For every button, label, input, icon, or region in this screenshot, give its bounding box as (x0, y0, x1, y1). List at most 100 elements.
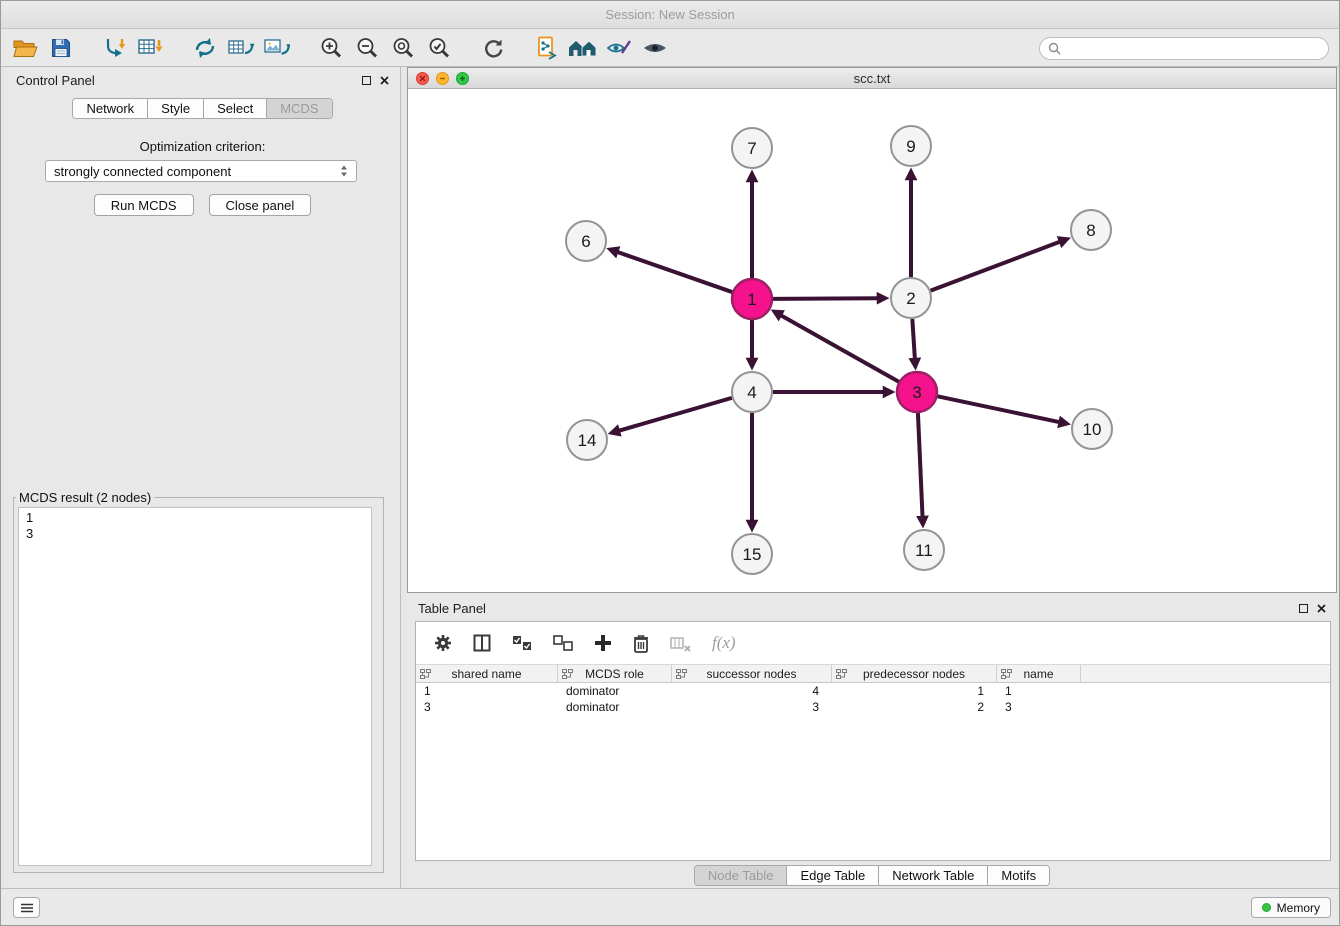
table-cell: 3 (416, 699, 558, 715)
zoom-out-button[interactable] (349, 32, 385, 64)
memory-status-icon (1262, 903, 1271, 912)
open-session-button[interactable] (7, 32, 43, 64)
graph-edge-1-6[interactable] (617, 252, 732, 292)
graph-edge-3-1[interactable] (781, 315, 899, 381)
optimization-dropdown[interactable]: strongly connected component (45, 160, 357, 182)
close-table-panel-icon[interactable] (1317, 604, 1326, 613)
columns-icon (473, 634, 491, 652)
memory-button[interactable]: Memory (1251, 897, 1331, 918)
table-panel-header: Table Panel (407, 595, 1337, 621)
column-header-shared-name[interactable]: shared name (416, 665, 558, 682)
tab-mcds[interactable]: MCDS (266, 99, 331, 118)
style-preview-button[interactable] (601, 32, 637, 64)
mcds-result-box[interactable]: 1 3 (18, 507, 372, 866)
table-tabs: Node TableEdge TableNetwork TableMotifs (694, 865, 1050, 886)
unchecked-boxes-icon (553, 635, 573, 651)
minimize-window-button[interactable] (436, 72, 449, 85)
graph-edge-2-3[interactable] (912, 319, 915, 359)
graph-edge-1-2[interactable] (773, 298, 878, 299)
close-panel-icon[interactable] (380, 76, 389, 85)
table-cell: 1 (416, 683, 558, 699)
export-image-button[interactable] (259, 32, 295, 64)
control-panel-tabs: NetworkStyleSelectMCDS (72, 98, 332, 119)
tab-select[interactable]: Select (203, 99, 266, 118)
zoom-selected-button[interactable] (421, 32, 457, 64)
search-input[interactable] (1066, 41, 1320, 57)
run-mcds-button[interactable]: Run MCDS (94, 194, 194, 216)
image-export-icon (264, 37, 290, 59)
node-table-area: f(x) shared nameMCDS rolesuccessor nodes… (415, 621, 1331, 861)
tab-motifs[interactable]: Motifs (987, 866, 1049, 885)
column-header-name[interactable]: name (997, 665, 1081, 682)
column-type-icon (836, 669, 847, 680)
column-type-icon (1001, 669, 1012, 680)
graph-node-label: 1 (747, 290, 756, 309)
delete-row-button[interactable] (633, 634, 649, 653)
deselect-all-button[interactable] (553, 635, 573, 651)
table-cell: 2 (832, 699, 997, 715)
graph-node-label: 3 (912, 383, 921, 402)
graph-node-label: 10 (1083, 420, 1102, 439)
zoom-window-button[interactable] (456, 72, 469, 85)
zoom-in-button[interactable] (313, 32, 349, 64)
eye-icon (642, 39, 668, 57)
show-hide-details-button[interactable] (637, 32, 673, 64)
graph-node-label: 8 (1086, 221, 1095, 240)
table-cell: 1 (832, 683, 997, 699)
home-button[interactable] (565, 32, 601, 64)
graph-edge-4-14[interactable] (619, 398, 732, 431)
trash-icon (633, 634, 649, 653)
float-panel-icon[interactable] (362, 76, 371, 85)
zoom-fit-button[interactable] (385, 32, 421, 64)
select-all-button[interactable] (512, 635, 532, 651)
graph-node-label: 9 (906, 137, 915, 156)
magnifier-check-icon (428, 37, 450, 59)
column-header-filler (1081, 665, 1330, 682)
table-row[interactable]: 1dominator411 (416, 683, 1330, 699)
tab-network[interactable]: Network (73, 99, 147, 118)
column-header-successor-nodes[interactable]: successor nodes (672, 665, 832, 682)
document-share-icon (535, 36, 559, 60)
import-network-button[interactable] (97, 32, 133, 64)
save-session-button[interactable] (43, 32, 79, 64)
copy-network-button[interactable] (529, 32, 565, 64)
column-type-icon (420, 669, 431, 680)
function-builder-button[interactable]: f(x) (712, 633, 736, 653)
table-import-icon (138, 37, 164, 59)
tab-network-table[interactable]: Network Table (878, 866, 987, 885)
float-table-panel-icon[interactable] (1299, 604, 1308, 613)
task-history-button[interactable] (13, 897, 40, 918)
graph-node-label: 11 (915, 541, 933, 560)
add-column-button[interactable] (594, 634, 612, 652)
graph-edge-3-10[interactable] (938, 396, 1060, 422)
table-settings-button[interactable] (434, 634, 452, 652)
close-icon (419, 75, 426, 82)
graph-edge-3-11[interactable] (918, 413, 923, 517)
tab-node-table[interactable]: Node Table (695, 866, 787, 885)
import-table-button[interactable] (133, 32, 169, 64)
network-canvas[interactable]: 1234678910111415 (408, 89, 1336, 592)
graph-edge-2-8[interactable] (931, 242, 1060, 291)
tab-edge-table[interactable]: Edge Table (786, 866, 878, 885)
control-panel: Control Panel NetworkStyleSelectMCDS Opt… (5, 67, 401, 889)
apply-layout-button[interactable] (187, 32, 223, 64)
column-header-predecessor-nodes[interactable]: predecessor nodes (832, 665, 997, 682)
mcds-result-group: MCDS result (2 nodes) 1 3 (13, 490, 384, 873)
export-table-button[interactable] (223, 32, 259, 64)
search-field (1039, 37, 1329, 60)
table-cell: dominator (558, 683, 672, 699)
column-header-MCDS-role[interactable]: MCDS role (558, 665, 672, 682)
column-type-icon (562, 669, 573, 680)
table-row[interactable]: 3dominator323 (416, 699, 1330, 715)
save-floppy-icon (51, 38, 71, 58)
network-window-titlebar: scc.txt (408, 68, 1336, 89)
column-type-icon (676, 669, 687, 680)
close-window-button[interactable] (416, 72, 429, 85)
refresh-view-button[interactable] (475, 32, 511, 64)
table-cell: dominator (558, 699, 672, 715)
show-columns-button[interactable] (473, 634, 491, 652)
tab-style[interactable]: Style (147, 99, 203, 118)
close-panel-button[interactable]: Close panel (209, 194, 312, 216)
delete-column-button[interactable] (670, 635, 691, 652)
status-bar: Memory (1, 888, 1339, 925)
